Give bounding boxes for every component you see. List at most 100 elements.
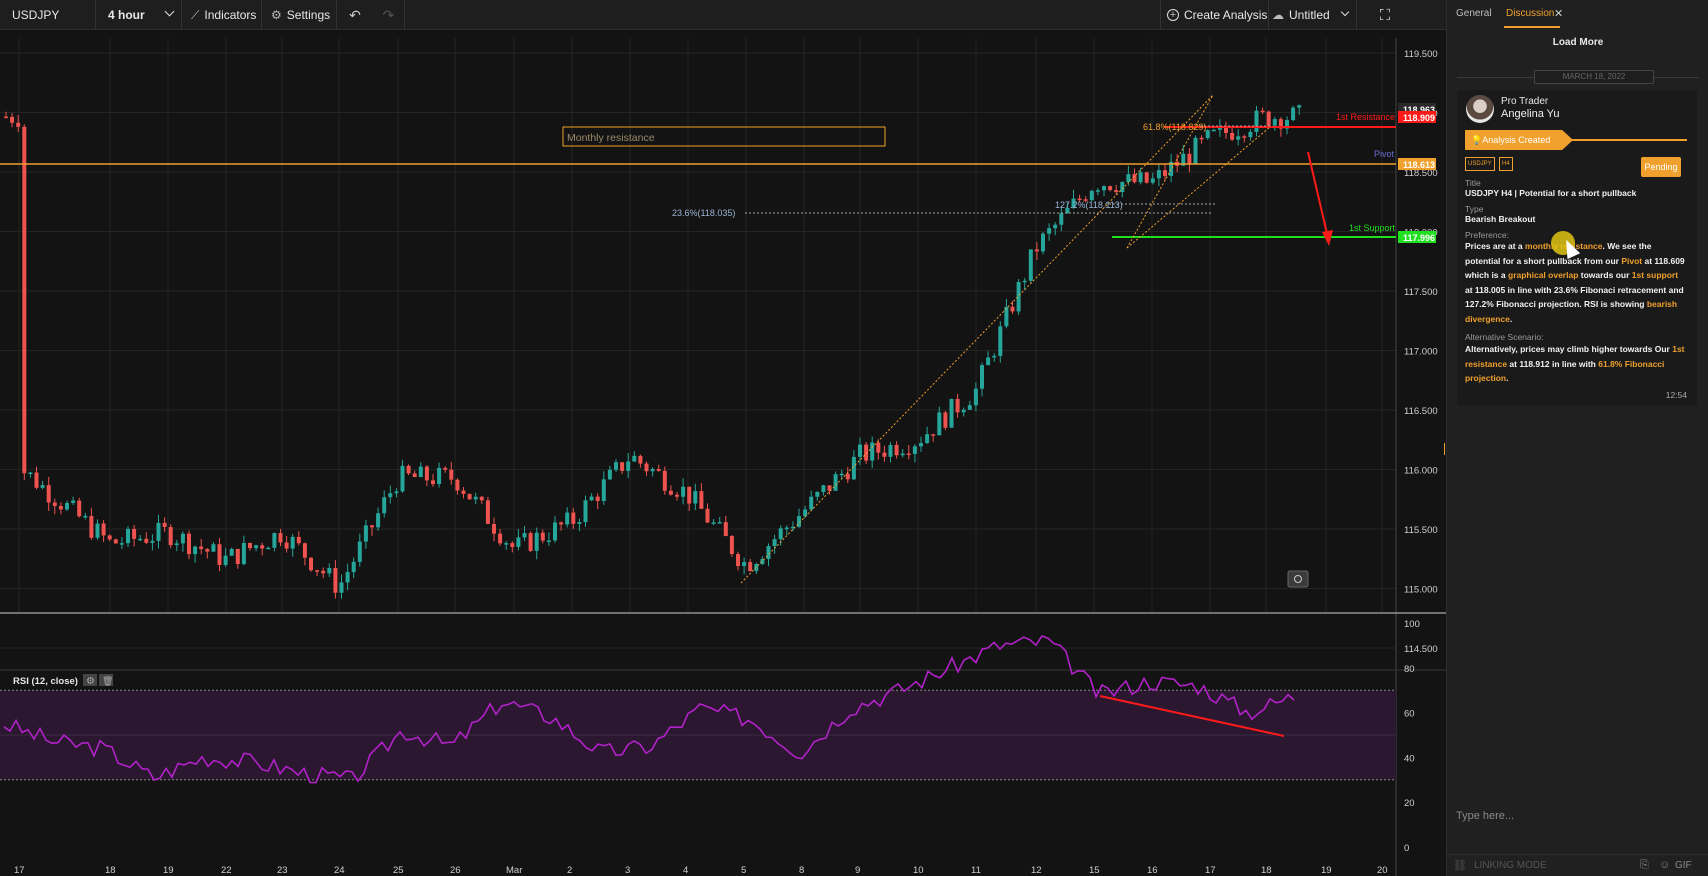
candle-body [839, 473, 844, 476]
candle-body [973, 388, 978, 406]
chart-area[interactable]: 119.500118.000118.500118.000117.500117.0… [0, 30, 1446, 876]
price-tick-label: 116.000 [1404, 466, 1438, 477]
candle-body [638, 455, 643, 464]
candle-body [272, 533, 277, 548]
redo-icon: ↷ [382, 6, 395, 23]
candle-body [748, 562, 753, 572]
trash-icon: 🗑 [102, 676, 113, 687]
candle-body [577, 522, 582, 524]
candle-body [681, 486, 686, 497]
candle-body [1266, 111, 1271, 126]
candle-body [595, 496, 600, 501]
candle-body [443, 467, 448, 470]
candle-body [473, 496, 478, 500]
candle-body [949, 398, 954, 428]
candle-body [620, 462, 625, 471]
candle-body [315, 570, 320, 572]
candle-body [809, 496, 814, 510]
candle-body [699, 491, 704, 509]
lightbulb-icon: 💡 [1471, 135, 1483, 145]
app-root: USDJPY 4 hour ⟋ Indicators ⚙ Settings ↶ … [0, 0, 1708, 876]
fib-236-label: 23.6%(118.035) [672, 208, 735, 218]
time-tick-label: 18 [1261, 865, 1272, 876]
badge-connector [1569, 139, 1687, 141]
time-tick-label: 22 [221, 865, 232, 876]
create-analysis-button[interactable]: + Create Analysis [1160, 0, 1269, 30]
candle-body [1034, 249, 1039, 252]
gear-icon: ⚙ [86, 676, 95, 687]
emoji-icon[interactable]: ☺ [1659, 859, 1670, 871]
time-tick-label: 17 [1205, 865, 1216, 876]
author-name: Angelina Yu [1501, 108, 1560, 120]
title-value: USDJPY H4 | Potential for a short pullba… [1465, 188, 1637, 198]
candle-body [205, 549, 210, 552]
gif-button[interactable]: GIF [1675, 860, 1692, 871]
symbol-label: USDJPY [12, 8, 60, 22]
candle-body [888, 444, 893, 457]
support-price-badge: 117.996 [1403, 233, 1435, 243]
attachment-icon[interactable]: ⎘ [1640, 859, 1649, 872]
tab-general[interactable]: General [1456, 8, 1492, 19]
candle-body [71, 500, 76, 503]
panel-footer: ⛓ LINKING MODE ⎘ ☺ GIF [1447, 854, 1708, 876]
candle-body [144, 538, 149, 543]
fullscreen-icon: ⛶ [1379, 6, 1391, 24]
candle-body [333, 567, 338, 593]
resistance-price-badge: 118.909 [1403, 113, 1435, 123]
rsi-tick-label: 40 [1404, 753, 1415, 764]
candle-body [461, 490, 466, 494]
candle-body [1132, 174, 1137, 183]
price-tick-label: 115.500 [1404, 525, 1438, 536]
fullscreen-button[interactable]: ⛶ [1357, 0, 1413, 30]
candle-body [711, 522, 716, 524]
rsi-tick-label: 20 [1404, 798, 1415, 809]
interval-dropdown[interactable]: 4 hour [96, 0, 182, 30]
candle-body [1053, 224, 1058, 229]
candle-body [961, 409, 966, 413]
chart-canvas[interactable]: 119.500118.000118.500118.000117.500117.0… [0, 30, 1446, 876]
pivot-label: Pivot [1374, 149, 1395, 159]
tab-discussion[interactable]: Discussion [1506, 8, 1554, 19]
price-tick-label: 115.000 [1404, 585, 1438, 596]
candle-body [1260, 110, 1265, 113]
close-icon[interactable]: ✕ [1554, 7, 1563, 20]
avatar [1466, 95, 1494, 123]
candle-body [607, 469, 612, 480]
indicators-button[interactable]: ⟋ Indicators [182, 0, 262, 30]
link-icon[interactable]: ⛓ [1453, 859, 1467, 872]
price-tick-label: 117.000 [1404, 347, 1438, 358]
candle-body [498, 533, 503, 544]
load-more-button[interactable]: Load More [1447, 37, 1708, 48]
candle-body [1199, 137, 1204, 140]
time-tick-label: 23 [277, 865, 288, 876]
price-tick-label: 116.500 [1404, 406, 1438, 417]
message-input[interactable]: Type here... [1447, 810, 1708, 822]
chevron-down-icon [1340, 7, 1350, 17]
settings-button[interactable]: ⚙ Settings [262, 0, 337, 30]
candle-body [1163, 170, 1167, 176]
text-span: . [1509, 313, 1513, 324]
candle-body [418, 466, 423, 477]
price-tick-label: 114.500 [1404, 644, 1438, 655]
time-tick-label: 19 [163, 865, 174, 876]
candle-body [858, 444, 862, 457]
candle-body [40, 485, 45, 488]
chart-line-icon: ⟋ [191, 7, 200, 22]
candle-body [967, 405, 972, 410]
layout-name: Untitled [1289, 8, 1330, 22]
candle-body [296, 536, 301, 544]
candle-body [126, 528, 130, 544]
candle-body [870, 442, 875, 461]
symbol-selector[interactable]: USDJPY [0, 0, 96, 30]
candle-body [107, 535, 112, 540]
time-tick-label: 11 [971, 865, 981, 876]
layout-dropdown[interactable]: ☁ Untitled [1269, 0, 1357, 30]
candle-body [467, 493, 472, 500]
candle-body [614, 462, 618, 470]
time-tick-label: 15 [1089, 865, 1100, 876]
redo-button[interactable]: ↷ [373, 0, 405, 30]
undo-button[interactable]: ↶ [337, 0, 373, 30]
alternative-label: Alternative Scenario: [1465, 332, 1544, 342]
candle-body [553, 522, 557, 541]
time-tick-label: 2 [567, 865, 572, 876]
